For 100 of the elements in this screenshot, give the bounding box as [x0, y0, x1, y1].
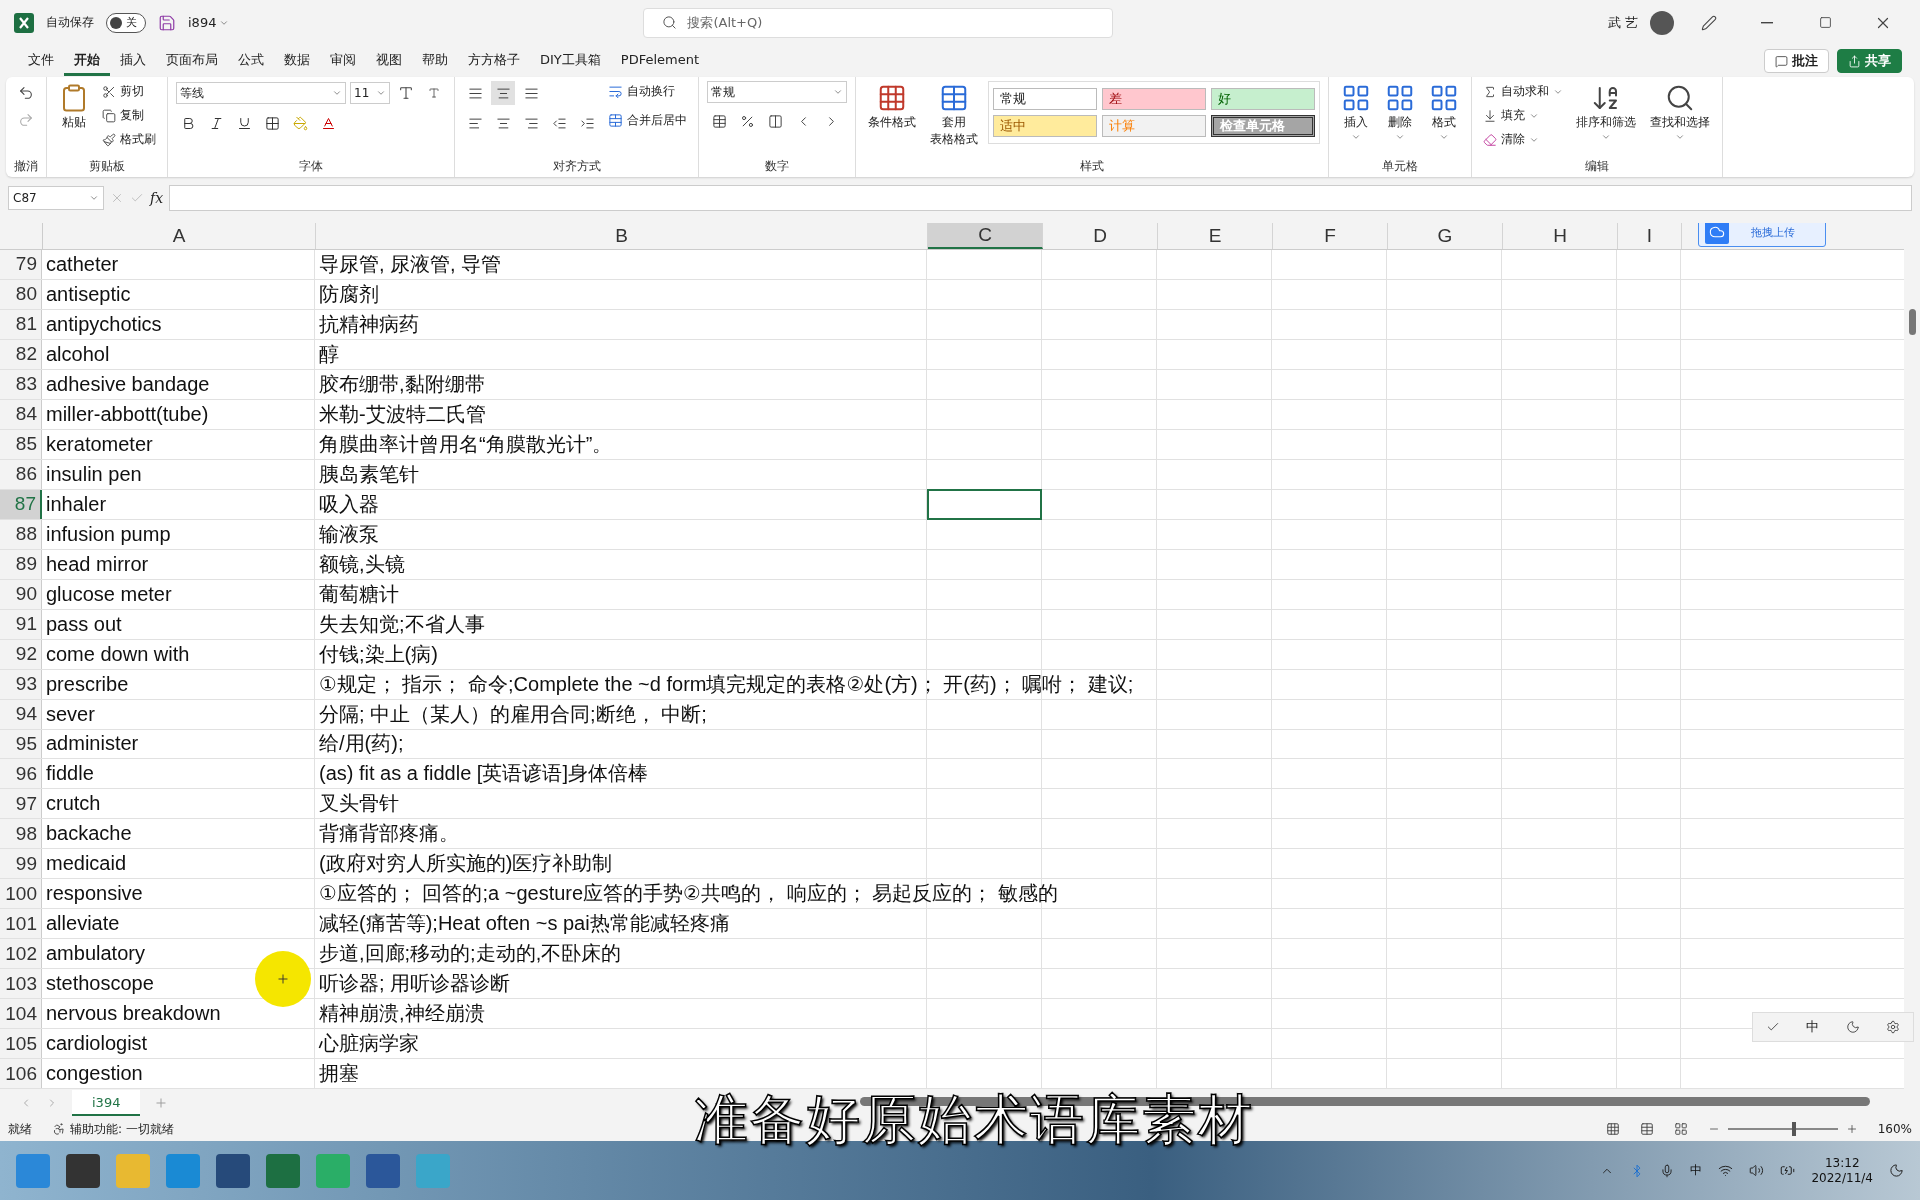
cells-button[interactable]: 删除 — [1381, 81, 1419, 144]
column-header[interactable]: I — [1618, 223, 1682, 249]
row-number[interactable]: 85 — [0, 429, 42, 459]
clipboard-button[interactable]: 剪切 — [99, 81, 147, 102]
cells-button[interactable]: 格式 — [1425, 81, 1463, 144]
row-number[interactable]: 90 — [0, 579, 42, 609]
align-middle-button[interactable] — [491, 81, 515, 105]
row-number[interactable]: 98 — [0, 819, 42, 849]
number-format-dropdown[interactable]: 常规 — [707, 81, 847, 103]
row-number[interactable]: 103 — [0, 969, 42, 999]
menu-tab[interactable]: 视图 — [366, 46, 412, 76]
row-number[interactable]: 93 — [0, 669, 42, 699]
cloud-upload-button[interactable]: 拖拽上传 — [1698, 223, 1826, 247]
editing-button[interactable]: 排序和筛选 — [1572, 81, 1640, 144]
row-number[interactable]: 95 — [0, 729, 42, 759]
cell-style[interactable]: 常规 — [993, 88, 1097, 110]
file-name[interactable]: i894 — [188, 15, 217, 30]
table-cell-text: 吸入器 — [318, 491, 379, 517]
cell-style[interactable]: 差 — [1102, 88, 1206, 110]
column-header[interactable]: C — [928, 223, 1043, 249]
cell-style[interactable]: 适中 — [993, 115, 1097, 137]
clipboard-button[interactable]: 复制 — [99, 105, 147, 126]
paste-button[interactable]: 粘贴 — [55, 81, 93, 132]
menu-tab[interactable]: DIY工具箱 — [530, 46, 611, 76]
avatar[interactable] — [1650, 10, 1674, 35]
normal-view-icon[interactable] — [1605, 1122, 1620, 1136]
selected-cell[interactable] — [927, 488, 1042, 520]
volume-icon[interactable] — [1749, 1163, 1765, 1178]
alignment-button[interactable]: 自动换行 — [605, 81, 678, 102]
search-field[interactable]: 搜索(Alt+Q) — [643, 7, 1114, 38]
comment-button[interactable]: 批注 — [1764, 49, 1829, 73]
row-number[interactable]: 106 — [0, 1059, 42, 1089]
microphone-icon[interactable] — [1660, 1163, 1675, 1178]
input-method[interactable]: 中 — [1690, 1162, 1703, 1179]
editing-button[interactable]: 填充 — [1480, 105, 1542, 126]
row-number[interactable]: 97 — [0, 789, 42, 819]
font-size-dropdown[interactable]: 11 — [350, 82, 390, 104]
row-number[interactable]: 86 — [0, 459, 42, 489]
row-number[interactable]: 84 — [0, 399, 42, 429]
row-number[interactable]: 91 — [0, 609, 42, 639]
row-number[interactable]: 101 — [0, 909, 42, 939]
alignment-button[interactable]: 合并后居中 — [605, 110, 690, 131]
zoom-thumb[interactable] — [1791, 1122, 1796, 1136]
row-number[interactable]: 82 — [0, 339, 42, 369]
name-box[interactable]: C87 — [8, 186, 104, 210]
menu-tab[interactable]: 数据 — [274, 46, 320, 76]
save-icon[interactable] — [158, 13, 176, 32]
zoom-level[interactable]: 160% — [1877, 1122, 1912, 1136]
menu-tab[interactable]: PDFelement — [610, 48, 710, 74]
column-header[interactable]: G — [1388, 223, 1503, 249]
styles-button[interactable]: 条件格式 — [864, 81, 920, 132]
wifi-icon[interactable] — [1718, 1163, 1734, 1178]
cell-style[interactable]: 好 — [1211, 88, 1315, 110]
battery-icon[interactable] — [1780, 1163, 1796, 1178]
menu-tab[interactable]: 插入 — [110, 46, 156, 76]
menu-tab[interactable]: 公式 — [228, 46, 274, 76]
autosave-toggle[interactable]: 关 — [106, 12, 146, 33]
row-number[interactable]: 99 — [0, 849, 42, 879]
column-header[interactable]: A — [43, 223, 316, 249]
menu-tab[interactable]: 审阅 — [320, 46, 366, 76]
row-number[interactable]: 105 — [0, 1029, 42, 1059]
row-number[interactable]: 81 — [0, 309, 42, 339]
editing-button[interactable]: 查找和选择 — [1646, 81, 1714, 144]
page-layout-icon[interactable] — [1639, 1122, 1654, 1136]
styles-button[interactable]: 套用 表格格式 — [926, 81, 982, 149]
moon-icon[interactable] — [1889, 1163, 1904, 1178]
row-number[interactable]: 94 — [0, 699, 42, 729]
formula-input[interactable] — [169, 185, 1912, 211]
cells-button[interactable]: 插入 — [1337, 81, 1375, 144]
ime-mode[interactable]: 中 — [1806, 1018, 1820, 1036]
row-number[interactable]: 104 — [0, 999, 42, 1029]
editing-button[interactable]: 清除 — [1480, 129, 1542, 150]
row-number[interactable]: 92 — [0, 639, 42, 669]
column-header[interactable]: H — [1503, 223, 1618, 249]
column-header[interactable]: E — [1158, 223, 1273, 249]
row-number[interactable]: 83 — [0, 369, 42, 399]
row-number[interactable]: 79 — [0, 249, 42, 279]
menu-tab[interactable]: 文件 — [18, 46, 64, 76]
insert-function-button[interactable]: fx — [150, 190, 164, 206]
font-name-dropdown[interactable]: 等线 — [176, 82, 346, 104]
menu-tab[interactable]: 方方格子 — [458, 46, 530, 76]
row-number[interactable]: 102 — [0, 939, 42, 969]
row-number[interactable]: 88 — [0, 519, 42, 549]
row-number[interactable]: 80 — [0, 279, 42, 309]
clipboard-button[interactable]: 格式刷 — [99, 129, 159, 150]
menu-tab[interactable]: 帮助 — [412, 46, 458, 76]
clock-date[interactable]: 2022/11/4 — [1811, 1171, 1873, 1185]
minimize-icon — [1761, 21, 1773, 24]
menu-tab[interactable]: 页面布局 — [156, 46, 228, 76]
row-number[interactable]: 89 — [0, 549, 42, 579]
column-header[interactable]: F — [1273, 223, 1388, 249]
sheet-tab[interactable]: i394 — [72, 1090, 141, 1116]
row-number[interactable]: 100 — [0, 879, 42, 909]
editing-button[interactable]: 自动求和 — [1480, 81, 1566, 102]
clock-time[interactable]: 13:12 — [1824, 1156, 1860, 1170]
share-button[interactable]: 共享 — [1837, 49, 1902, 73]
row-number[interactable]: 87 — [0, 489, 42, 519]
row-number[interactable]: 96 — [0, 759, 42, 789]
accessibility-status[interactable]: 辅助功能: 一切就绪 — [70, 1120, 174, 1138]
column-header[interactable]: D — [1043, 223, 1158, 249]
